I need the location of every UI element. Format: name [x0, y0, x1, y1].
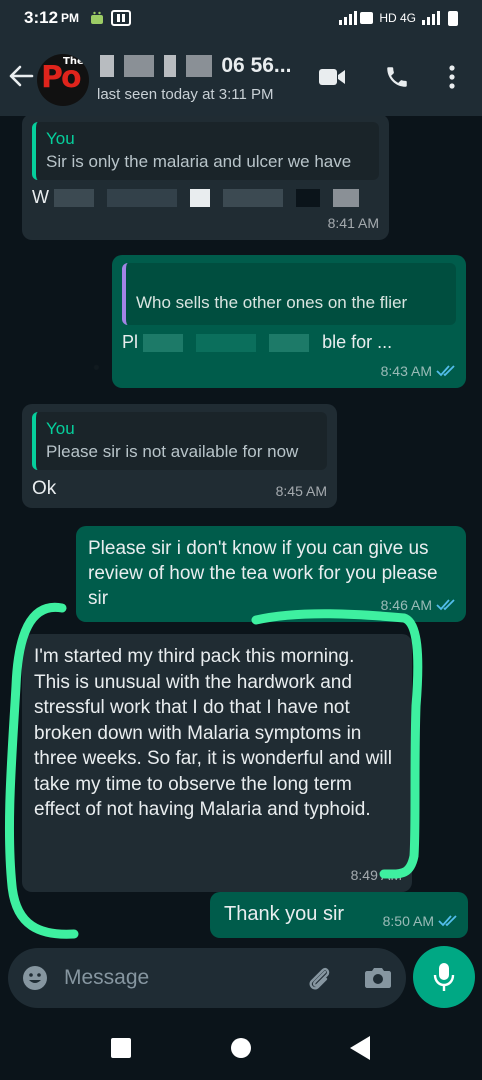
redaction: [190, 189, 211, 208]
more-vert-icon[interactable]: [448, 64, 456, 90]
camera-icon[interactable]: [364, 965, 392, 989]
message-meta: 8:49 AM: [351, 864, 402, 886]
message-bubble-outgoing[interactable]: Who sells the other ones on the flier Pl…: [112, 255, 466, 388]
avatar-brand: The: [63, 56, 84, 67]
message-time: 8:45 AM: [275, 483, 327, 499]
redaction: [163, 55, 176, 78]
notification-icons: [89, 10, 132, 26]
redaction: [100, 55, 114, 78]
quote-text: Please sir is not available for now: [46, 442, 299, 461]
emoji-icon[interactable]: [22, 965, 48, 991]
paperclip-icon[interactable]: [306, 964, 332, 992]
quote-text: Sir is only the malaria and ulcer we hav…: [46, 152, 352, 171]
redaction: [296, 189, 321, 208]
message-meta: 8:45 AM: [276, 480, 327, 502]
read-receipt-icon: [438, 915, 457, 927]
quoted-message[interactable]: You Sir is only the malaria and ulcer we…: [32, 122, 379, 180]
nav-back-icon[interactable]: [350, 1036, 370, 1060]
status-time: 3:12: [24, 8, 59, 27]
redaction: [143, 334, 184, 353]
phone-icon[interactable]: [384, 64, 410, 90]
message-bubble-incoming[interactable]: I'm started my third pack this morning. …: [22, 634, 412, 892]
avatar[interactable]: Po The: [37, 54, 89, 106]
message-time: 8:41 AM: [327, 215, 379, 231]
app-notification-icon: [111, 10, 132, 26]
redaction: [107, 189, 178, 208]
contact-name-text: 06 56...: [221, 54, 292, 77]
status-ampm: PM: [61, 11, 80, 25]
network-type: HD 4G: [379, 11, 416, 25]
read-receipt-icon: [436, 365, 455, 377]
quote-author: You: [46, 419, 75, 438]
android-debug-icon: [91, 11, 104, 24]
status-bar: 3:12 PM HD 4G: [0, 0, 482, 36]
message-bubble-outgoing[interactable]: Please sir i don't know if you can give …: [76, 526, 466, 622]
message-composer: [8, 948, 406, 1008]
message-time: 8:43 AM: [380, 363, 432, 379]
status-right: HD 4G: [339, 10, 458, 26]
quote-text: Who sells the other ones on the flier: [136, 293, 408, 312]
quote-author: You: [46, 129, 75, 148]
redaction: [333, 189, 360, 208]
message-text-prefix: Pl: [122, 332, 139, 352]
message-input[interactable]: [64, 962, 284, 994]
read-receipt-icon: [436, 599, 455, 611]
redaction: [185, 55, 212, 78]
redaction: [196, 334, 257, 353]
message-meta: 8:46 AM: [381, 594, 456, 616]
signal-2-icon: [422, 11, 440, 25]
video-call-icon[interactable]: [318, 66, 346, 88]
message-meta: 8:41 AM: [328, 212, 379, 234]
chat-area[interactable]: You Sir is only the malaria and ulcer we…: [0, 116, 482, 954]
signal-icon: [339, 11, 374, 25]
back-arrow-icon[interactable]: [8, 64, 34, 88]
home-icon[interactable]: [231, 1038, 251, 1058]
redaction: [223, 189, 284, 208]
recents-icon[interactable]: [111, 1038, 131, 1058]
redaction: [54, 189, 95, 208]
redaction: [269, 334, 310, 353]
microphone-icon: [433, 963, 455, 991]
message-time: 8:49 AM: [350, 867, 402, 883]
quoted-message[interactable]: Who sells the other ones on the flier: [122, 263, 456, 325]
contact-name[interactable]: 06 56...: [100, 54, 300, 80]
last-seen-status: last seen today at 3:11 PM: [97, 86, 274, 103]
message-text-prefix: W: [32, 187, 49, 207]
message-text: I'm started my third pack this morning. …: [34, 646, 393, 820]
message-time: 8:50 AM: [382, 913, 434, 929]
chat-header: Po The 06 56... last seen today at 3:11 …: [0, 36, 482, 116]
voice-message-button[interactable]: [413, 946, 475, 1008]
redaction: [123, 55, 154, 78]
message-text-redacted: Pl ble for ...: [122, 331, 456, 357]
message-time: 8:46 AM: [380, 597, 432, 613]
message-text-suffix: ble for ...: [322, 332, 393, 352]
message-bubble-outgoing[interactable]: Thank you sir 8:50 AM: [210, 892, 468, 938]
message-bubble-incoming[interactable]: You Sir is only the malaria and ulcer we…: [22, 116, 389, 240]
quoted-message[interactable]: You Please sir is not available for now: [32, 412, 327, 470]
message-meta: 8:43 AM: [381, 360, 456, 382]
system-nav-bar: [0, 1014, 482, 1080]
message-bubble-incoming[interactable]: You Please sir is not available for now …: [22, 404, 337, 508]
battery-icon: [448, 10, 458, 26]
message-meta: 8:50 AM: [383, 910, 458, 932]
message-text-redacted: W: [32, 186, 379, 212]
